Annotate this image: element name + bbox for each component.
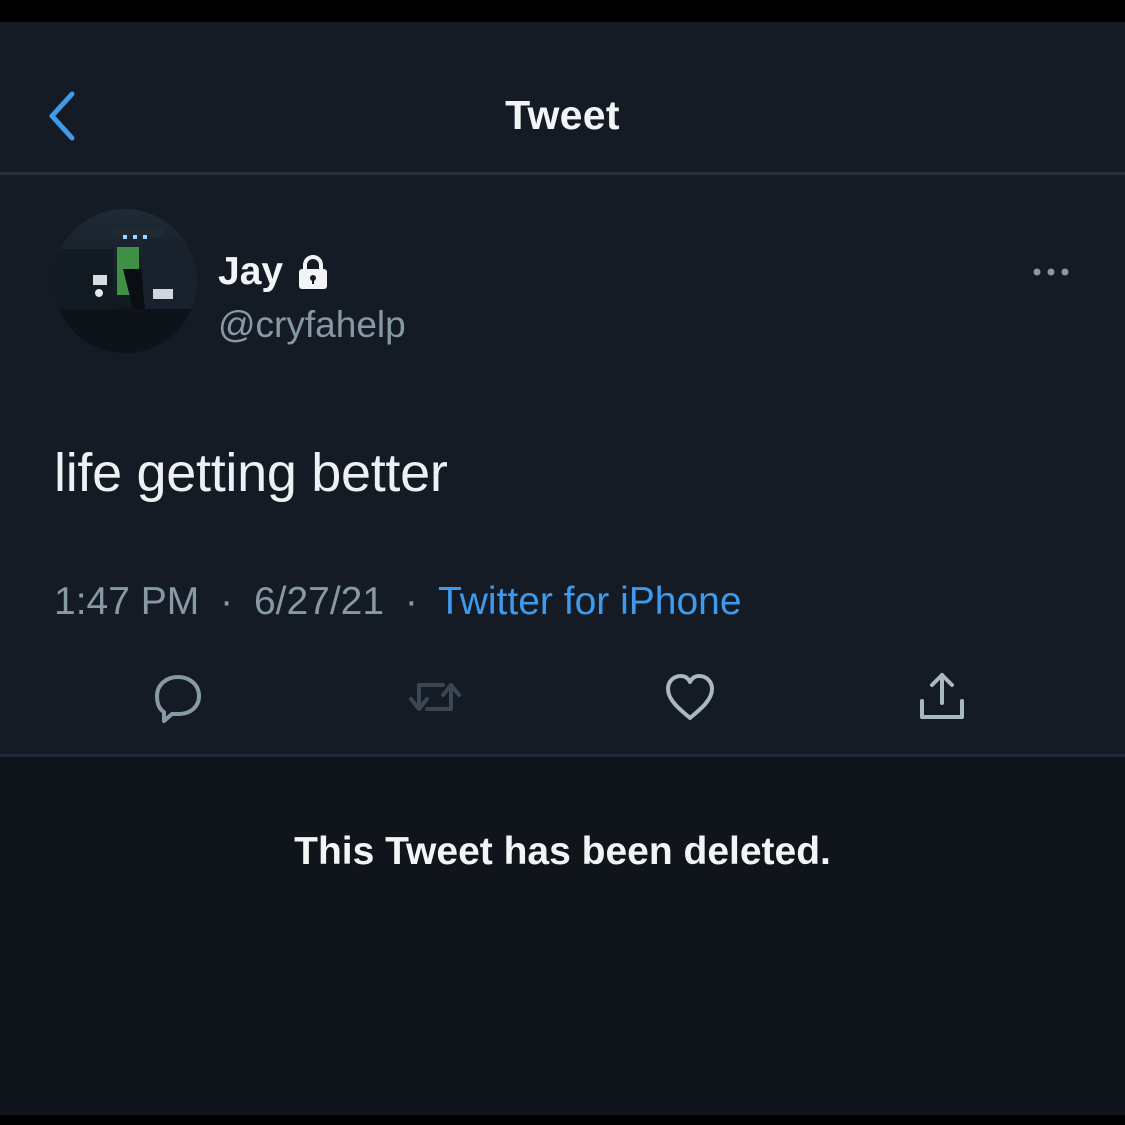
share-button[interactable] <box>912 667 972 727</box>
tweet-time: 1:47 PM <box>54 580 200 623</box>
page-title: Tweet <box>505 92 620 138</box>
meta-separator: · <box>404 580 418 623</box>
header-divider <box>0 172 1125 175</box>
deleted-notice: This Tweet has been deleted. <box>294 830 831 873</box>
tweet-actions <box>0 667 1125 737</box>
tweet-text: life getting better <box>54 443 448 503</box>
bottom-border <box>0 1115 1125 1125</box>
deleted-notice-section: This Tweet has been deleted. <box>0 757 1125 1115</box>
tweet-source-link[interactable]: Twitter for iPhone <box>438 580 741 623</box>
tweet-screen: Tweet Jay @cryfahelp life getting better… <box>0 22 1125 1115</box>
meta-separator: · <box>220 580 234 623</box>
retweet-button[interactable] <box>405 667 465 727</box>
display-name[interactable]: Jay <box>218 250 283 294</box>
like-button[interactable] <box>660 667 720 727</box>
tweet-meta: 1:47 PM · 6/27/21 · Twitter for iPhone <box>54 580 742 624</box>
lock-icon <box>299 255 328 289</box>
more-button[interactable] <box>1030 260 1072 284</box>
avatar[interactable] <box>53 209 197 353</box>
username[interactable]: @cryfahelp <box>218 304 406 346</box>
reply-icon <box>155 675 201 723</box>
more-horizontal-icon <box>1033 268 1069 276</box>
author-name-row[interactable]: Jay <box>218 250 331 294</box>
share-icon <box>920 673 964 719</box>
nav-header: Tweet <box>0 22 1125 172</box>
retweet-icon <box>409 683 461 711</box>
heart-icon <box>666 674 714 720</box>
reply-button[interactable] <box>148 667 208 727</box>
tweet-date: 6/27/21 <box>253 580 385 623</box>
